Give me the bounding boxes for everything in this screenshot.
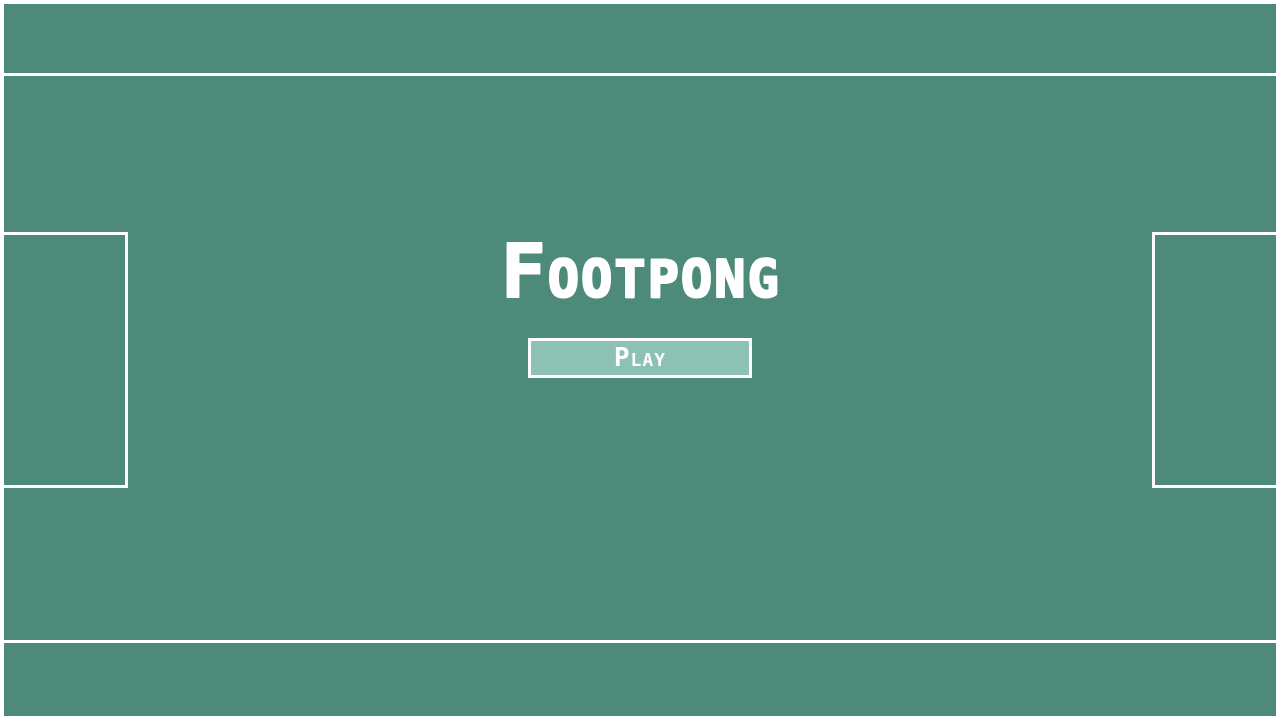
bottom-sideline	[4, 640, 1276, 643]
game-viewport: Footpong Play	[0, 0, 1280, 720]
play-button[interactable]: Play	[528, 338, 752, 378]
game-title: Footpong	[500, 228, 780, 314]
top-sideline	[4, 73, 1276, 76]
football-pitch: Footpong Play	[4, 4, 1276, 716]
